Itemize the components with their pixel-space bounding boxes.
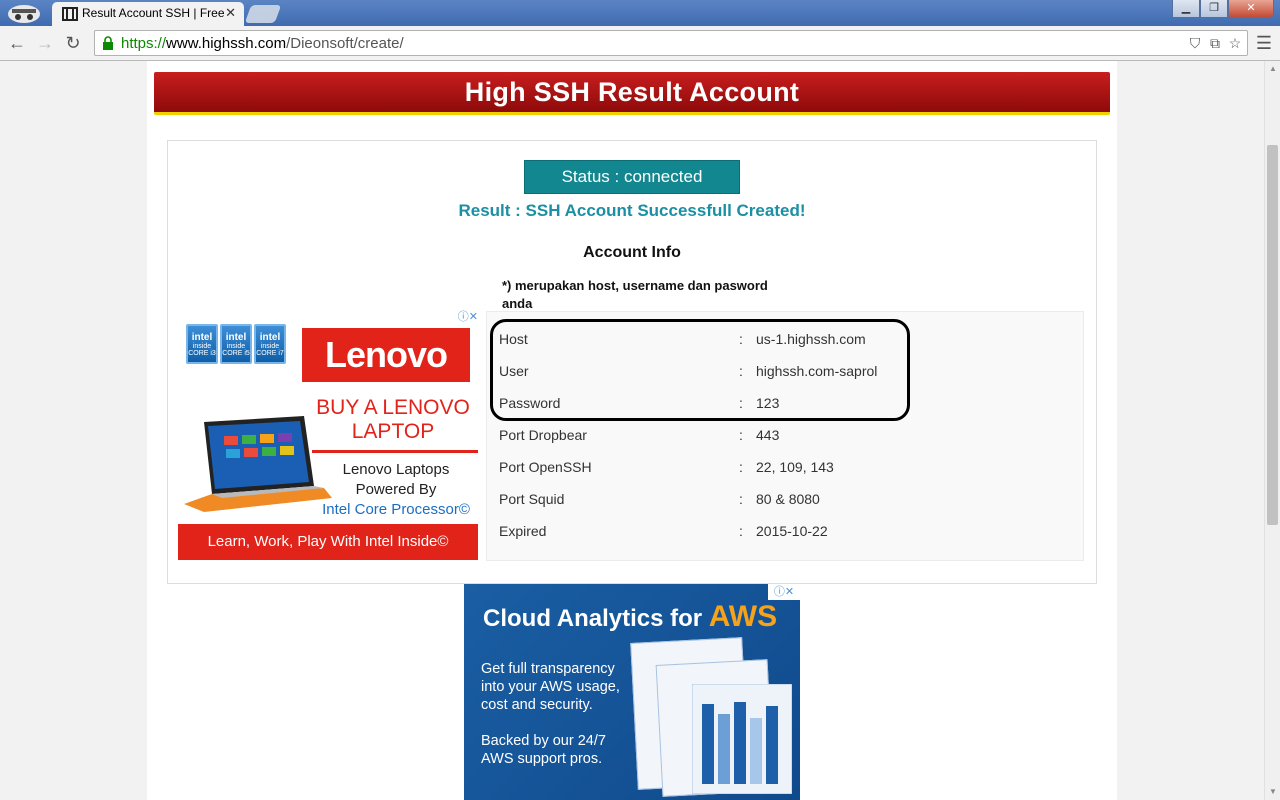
tab-title: Result Account SSH | Free <box>82 6 225 20</box>
powered-by-text: Lenovo Laptops Powered By Intel Core Pro… <box>322 461 470 518</box>
status-button[interactable]: Status : connected <box>524 160 740 194</box>
credentials-highlight-circle <box>490 319 910 421</box>
intel-chips: intel inside CORE i3 intel inside CORE i5 in… <box>186 324 286 364</box>
page-banner: High SSH Result Account <box>154 72 1110 115</box>
intel-core-i7-badge: intel inside CORE i7 <box>254 324 286 364</box>
address-bar[interactable]: https://www.highssh.com/Dieonsoft/create… <box>94 30 1248 56</box>
forward-arrow-icon[interactable]: → <box>36 34 54 52</box>
aws-ad-title: Cloud Analytics for AWS <box>483 600 778 633</box>
page-viewport: High SSH Result Account Status : connect… <box>0 61 1264 800</box>
browser-tab[interactable]: Result Account SSH | Free ✕ <box>52 2 244 26</box>
divider-line <box>312 450 478 453</box>
scroll-up-arrow-icon[interactable]: ▲ <box>1265 61 1280 77</box>
url-text: https://www.highssh.com/Dieonsoft/create… <box>121 35 404 52</box>
intel-core-i3-badge: intel inside CORE i3 <box>186 324 218 364</box>
adchoices-icon[interactable]: ⓘ✕ <box>448 310 478 325</box>
aws-ad-body: Get full transparency into your AWS usag… <box>481 661 620 767</box>
scroll-down-arrow-icon[interactable]: ▼ <box>1265 784 1280 800</box>
page-title: High SSH Result Account <box>464 77 800 107</box>
account-info-heading: Account Info <box>583 244 681 261</box>
lenovo-ad[interactable]: ⓘ✕ intel inside CORE i3 intel inside CORE i5… <box>178 310 478 560</box>
lenovo-logo: Lenovo <box>302 328 470 382</box>
menu-icon[interactable]: ☰ <box>1256 33 1272 54</box>
intel-core-i5-badge: intel inside CORE i5 <box>220 324 252 364</box>
heatmap-screenshot-image <box>692 684 792 794</box>
result-message: Result : SSH Account Successfull Created… <box>458 201 806 220</box>
account-info-table: Host: us-1.highssh.com User: highssh.com-s… <box>486 311 1084 561</box>
new-tab-button[interactable] <box>244 5 282 23</box>
window-controls: ▁ ❐ ✕ <box>1172 0 1274 18</box>
close-window-button[interactable]: ✕ <box>1228 0 1274 18</box>
browser-toolbar: ← → ↻ https://www.highssh.com/Dieonsoft/… <box>0 26 1280 61</box>
reload-icon[interactable]: ↻ <box>64 34 82 52</box>
lock-icon <box>103 36 113 50</box>
intel-inside-bar: Learn, Work, Play With Intel Inside© <box>178 524 478 560</box>
adchoices-icon[interactable]: ⓘ✕ <box>768 584 800 600</box>
minimize-button[interactable]: ▁ <box>1172 0 1200 18</box>
page-container: High SSH Result Account Status : connect… <box>147 61 1117 800</box>
site-favicon-icon <box>62 7 78 21</box>
aws-ad[interactable]: ⓘ✕ Cloud Analytics for AWS Get full tran… <box>464 584 800 800</box>
restore-button[interactable]: ❐ <box>1200 0 1228 18</box>
page-scrollbar[interactable]: ▲ ▼ <box>1264 61 1280 800</box>
result-card: Status : connected Result : SSH Account … <box>167 140 1097 584</box>
account-note: *) merupakan host, username dan pasword … <box>502 278 768 311</box>
back-arrow-icon[interactable]: ← <box>8 34 26 52</box>
translate-icon[interactable]: ⧉ <box>1207 35 1223 51</box>
scrollbar-thumb[interactable] <box>1267 145 1278 525</box>
window-titlebar: Result Account SSH | Free ✕ ▁ ❐ ✕ <box>0 0 1280 26</box>
incognito-icon <box>8 5 40 23</box>
tab-close-icon[interactable]: ✕ <box>225 5 236 21</box>
bookmark-star-icon[interactable]: ☆ <box>1227 35 1243 51</box>
shield-icon[interactable]: ⛉ <box>1187 35 1203 51</box>
